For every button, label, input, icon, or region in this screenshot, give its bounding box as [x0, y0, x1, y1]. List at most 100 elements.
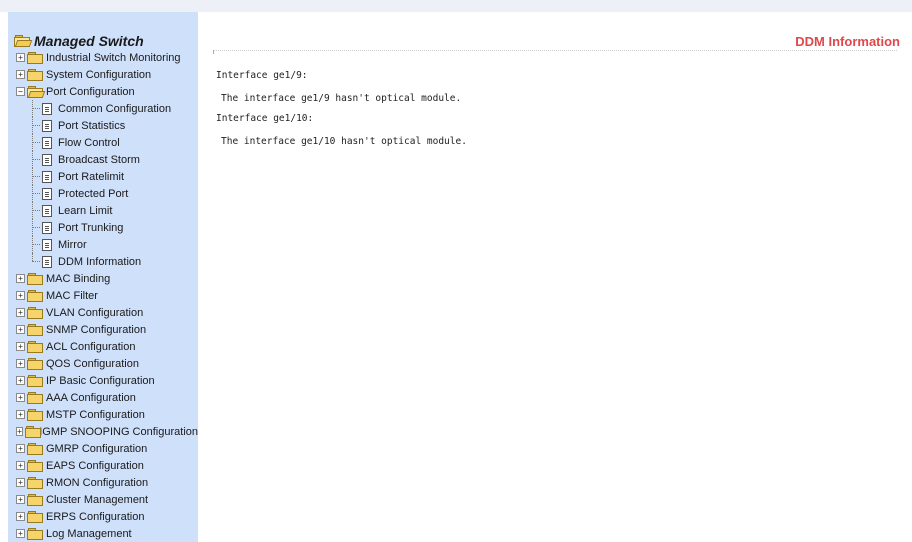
sidebar-item-port-configuration[interactable]: − Port Configuration — [16, 83, 198, 100]
document-icon — [42, 255, 52, 268]
sidebar-subitem-flow-control[interactable]: Flow Control — [26, 134, 198, 151]
sidebar-subitem-label: Flow Control — [58, 136, 120, 149]
sidebar-item-label: Industrial Switch Monitoring — [46, 51, 181, 64]
sidebar-item-label: GMRP Configuration — [46, 442, 148, 455]
folder-icon — [27, 528, 43, 540]
sidebar-item-ip-basic-configuration[interactable]: + IP Basic Configuration — [16, 372, 198, 389]
folder-open-icon — [27, 86, 46, 98]
sidebar-item-qos-configuration[interactable]: + QOS Configuration — [16, 355, 198, 372]
sidebar-subitem-label: Broadcast Storm — [58, 153, 140, 166]
interface-message: The interface ge1/9 hasn't optical modul… — [221, 93, 462, 104]
sidebar-subitem-port-trunking[interactable]: Port Trunking — [26, 219, 198, 236]
sidebar-item-igmp-snooping-configuration[interactable]: + IGMP SNOOPING Configuration — [16, 423, 198, 440]
sidebar-item-label: IP Basic Configuration — [46, 374, 155, 387]
expand-icon[interactable]: + — [16, 274, 25, 283]
expand-icon[interactable]: + — [16, 512, 25, 521]
document-icon — [42, 119, 52, 132]
expand-icon[interactable]: + — [16, 393, 25, 402]
tree-connector — [26, 219, 40, 236]
sidebar-subitem-learn-limit[interactable]: Learn Limit — [26, 202, 198, 219]
expand-icon[interactable]: + — [16, 444, 25, 453]
tree-connector — [26, 100, 40, 117]
tree-connector — [26, 151, 40, 168]
folder-icon — [27, 409, 43, 421]
sidebar-item-label: AAA Configuration — [46, 391, 136, 404]
document-icon — [42, 170, 52, 183]
folder-icon — [27, 358, 43, 370]
sidebar-subitem-protected-port[interactable]: Protected Port — [26, 185, 198, 202]
expand-icon[interactable]: + — [16, 308, 25, 317]
sidebar-item-label: Port Configuration — [46, 85, 135, 98]
sidebar-item-label: MAC Filter — [46, 289, 98, 302]
sidebar-item-gmrp-configuration[interactable]: + GMRP Configuration — [16, 440, 198, 457]
folder-icon — [27, 324, 43, 336]
tree-connector — [26, 117, 40, 134]
expand-icon[interactable]: + — [16, 495, 25, 504]
title-divider — [213, 50, 897, 54]
interface-heading: Interface ge1/10: — [216, 113, 314, 124]
tree-connector — [26, 236, 40, 253]
sidebar-item-erps-configuration[interactable]: + ERPS Configuration — [16, 508, 198, 525]
expand-icon[interactable]: + — [16, 478, 25, 487]
tree-items: + Industrial Switch Monitoring + System Con… — [8, 49, 198, 542]
sidebar-subitem-broadcast-storm[interactable]: Broadcast Storm — [26, 151, 198, 168]
expand-icon[interactable]: + — [16, 70, 25, 79]
tree-root[interactable]: Managed Switch — [14, 32, 198, 49]
sidebar-item-label: ERPS Configuration — [46, 510, 145, 523]
top-bar — [0, 0, 912, 12]
expand-icon[interactable]: + — [16, 359, 25, 368]
expand-icon[interactable]: + — [16, 529, 25, 538]
sidebar-item-acl-configuration[interactable]: + ACL Configuration — [16, 338, 198, 355]
sidebar-item-vlan-configuration[interactable]: + VLAN Configuration — [16, 304, 198, 321]
sidebar-subitem-label: Common Configuration — [58, 102, 172, 115]
sidebar-item-cluster-management[interactable]: + Cluster Management — [16, 491, 198, 508]
folder-icon — [27, 341, 43, 353]
expand-icon[interactable]: + — [16, 461, 25, 470]
sidebar-item-label: System Configuration — [46, 68, 152, 81]
sidebar-subitem-mirror[interactable]: Mirror — [26, 236, 198, 253]
sidebar-item-mac-filter[interactable]: + MAC Filter — [16, 287, 198, 304]
page-title: DDM Information — [795, 34, 900, 49]
expand-icon[interactable]: + — [16, 342, 25, 351]
folder-icon — [27, 273, 43, 285]
sidebar-item-label: MAC Binding — [46, 272, 111, 285]
sidebar-item-aaa-configuration[interactable]: + AAA Configuration — [16, 389, 198, 406]
expand-icon[interactable]: + — [16, 427, 23, 436]
tree-root-label: Managed Switch — [34, 32, 144, 49]
sidebar-item-label: ACL Configuration — [46, 340, 136, 353]
folder-icon — [27, 375, 43, 387]
sidebar-subitem-ddm-information[interactable]: DDM Information — [26, 253, 198, 270]
sidebar-item-label: MSTP Configuration — [46, 408, 145, 421]
sidebar-item-industrial-switch-monitoring[interactable]: + Industrial Switch Monitoring — [16, 49, 198, 66]
sidebar-item-mstp-configuration[interactable]: + MSTP Configuration — [16, 406, 198, 423]
expand-icon[interactable]: + — [16, 376, 25, 385]
expand-icon[interactable]: + — [16, 325, 25, 334]
sidebar-subitem-port-ratelimit[interactable]: Port Ratelimit — [26, 168, 198, 185]
interface-block: Interface ge1/10: The interface ge1/10 h… — [216, 113, 467, 148]
sidebar-item-rmon-configuration[interactable]: + RMON Configuration — [16, 474, 198, 491]
folder-open-icon — [14, 35, 33, 47]
sidebar-subitem-common-configuration[interactable]: Common Configuration — [26, 100, 198, 117]
sidebar-subitem-port-statistics[interactable]: Port Statistics — [26, 117, 198, 134]
sidebar-item-snmp-configuration[interactable]: + SNMP Configuration — [16, 321, 198, 338]
expand-icon[interactable]: + — [16, 291, 25, 300]
ddm-output: Interface ge1/9: The interface ge1/9 has… — [216, 70, 467, 156]
document-icon — [42, 187, 52, 200]
sidebar-item-log-management[interactable]: + Log Management — [16, 525, 198, 542]
sidebar-subitem-label: DDM Information — [58, 255, 142, 268]
expand-icon[interactable]: + — [16, 53, 25, 62]
sidebar-subitem-label: Mirror — [58, 238, 87, 251]
folder-icon — [27, 460, 43, 472]
sidebar-item-eaps-configuration[interactable]: + EAPS Configuration — [16, 457, 198, 474]
collapse-icon[interactable]: − — [16, 87, 25, 96]
document-icon — [42, 204, 52, 217]
sidebar-subitem-label: Protected Port — [58, 187, 129, 200]
folder-icon — [27, 307, 43, 319]
expand-icon[interactable]: + — [16, 410, 25, 419]
sidebar-item-label: EAPS Configuration — [46, 459, 144, 472]
sidebar-subitem-label: Learn Limit — [58, 204, 113, 217]
sidebar-item-system-configuration[interactable]: + System Configuration — [16, 66, 198, 83]
document-icon — [42, 238, 52, 251]
sidebar-item-mac-binding[interactable]: + MAC Binding — [16, 270, 198, 287]
sidebar-item-label: QOS Configuration — [46, 357, 139, 370]
